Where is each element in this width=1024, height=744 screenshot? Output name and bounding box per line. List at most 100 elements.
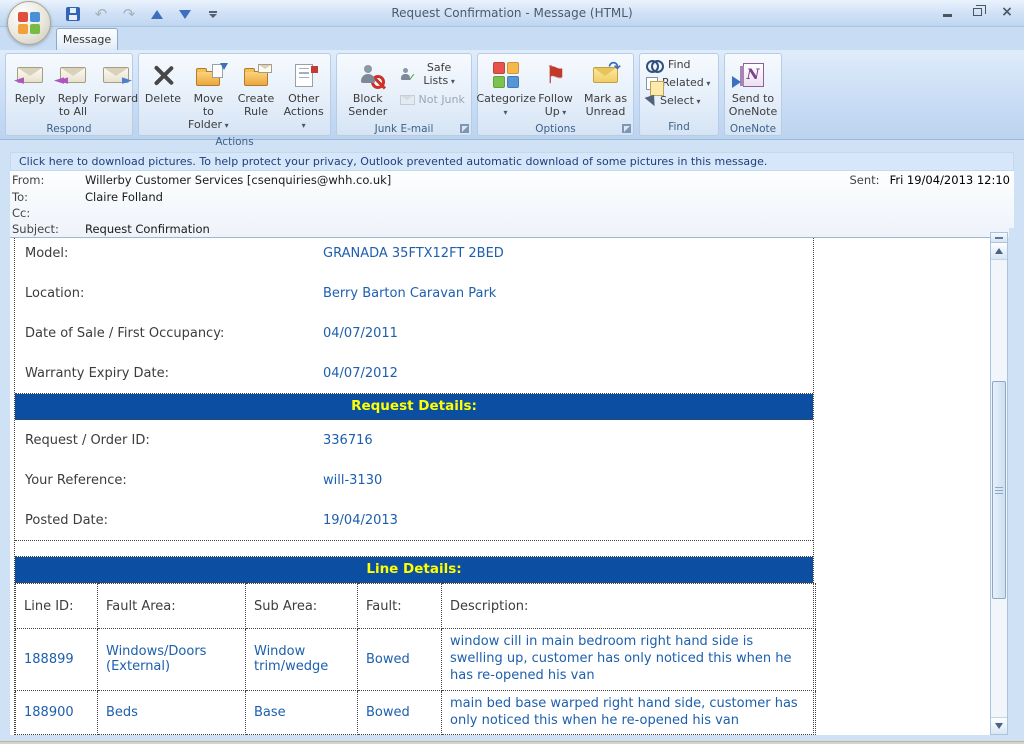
scrollbar-thumb[interactable]	[992, 381, 1006, 599]
reply-to-all-button[interactable]: ◄◄ Reply to All	[52, 57, 94, 122]
more-icon	[207, 11, 219, 18]
create-rule-icon	[244, 71, 268, 86]
follow-up-button[interactable]: ⚑ Follow Up	[531, 57, 580, 122]
other-actions-button[interactable]: Other Actions	[280, 57, 327, 135]
forward-envelope-icon: ►	[103, 67, 129, 83]
from-value: Willerby Customer Services [csenquiries@…	[85, 173, 391, 187]
related-pages-icon	[646, 77, 658, 90]
field-row: Date of Sale / First Occupancy: 04/07/20…	[15, 313, 813, 353]
safe-lists-icon: ✓	[400, 68, 410, 81]
reply-button[interactable]: ◄ Reply	[9, 57, 51, 109]
other-actions-icon	[295, 64, 313, 87]
field-row: Location: Berry Barton Caravan Park	[15, 273, 813, 313]
table-row: 188900 Beds Base Bowed main bed base war…	[16, 690, 816, 735]
split-handle[interactable]	[991, 233, 1007, 243]
create-rule-button[interactable]: Create Rule	[233, 57, 280, 122]
related-button[interactable]: Related	[643, 76, 713, 91]
group-options: Categorize ⚑ Follow Up ↷ Mark as Unread …	[477, 53, 634, 136]
restore-button[interactable]	[968, 5, 986, 19]
delete-button[interactable]: Delete	[142, 57, 184, 109]
junk-dialog-launcher-icon[interactable]	[460, 124, 469, 133]
quick-access-toolbar: ↶ ↷	[58, 3, 232, 25]
follow-up-flag-icon: ⚑	[545, 63, 567, 87]
to-value: Claire Folland	[85, 190, 163, 204]
down-arrow-icon	[179, 10, 191, 19]
up-arrow-icon	[151, 10, 163, 19]
field-row: Request / Order ID: 336716	[15, 420, 813, 460]
reply-all-envelope-icon: ◄◄	[60, 67, 86, 83]
send-to-onenote-button[interactable]: N Send to OneNote	[728, 57, 778, 122]
not-junk-button[interactable]: Not Junk	[397, 93, 468, 108]
office-button[interactable]	[7, 1, 51, 45]
office-logo-icon	[18, 12, 40, 34]
group-label-junk: Junk E-mail	[337, 122, 471, 136]
undo-button[interactable]: ↶	[92, 5, 110, 23]
table-row: 188899 Windows/Doors (External) Window t…	[16, 629, 816, 691]
minimize-button[interactable]	[938, 5, 956, 19]
vertical-scrollbar[interactable]	[990, 232, 1008, 735]
scroll-up-icon	[995, 248, 1003, 254]
message-window: Request Confirmation - Message (HTML) × …	[0, 0, 1024, 744]
field-row: Your Reference: will-3130	[15, 460, 813, 500]
select-button[interactable]: Select	[643, 94, 704, 109]
group-label-respond: Respond	[6, 122, 132, 136]
safe-lists-button[interactable]: ✓ Safe Lists	[397, 61, 468, 89]
field-row: Posted Date: 19/04/2013	[15, 500, 813, 540]
request-details-heading: Request Details:	[15, 394, 813, 420]
cc-label: Cc:	[12, 206, 30, 220]
to-label: To:	[12, 190, 28, 204]
mark-as-unread-icon: ↷	[593, 67, 618, 83]
subject-value: Request Confirmation	[85, 222, 210, 236]
customize-qat-button[interactable]	[204, 5, 222, 23]
move-to-folder-button[interactable]: Move to Folder	[185, 57, 232, 135]
from-label: From:	[12, 173, 44, 187]
subject-label: Subject:	[12, 222, 59, 236]
ribbon: ◄ Reply ◄◄ Reply to All ► Forward Respon…	[0, 50, 1024, 140]
options-dialog-launcher-icon[interactable]	[622, 124, 631, 133]
select-cursor-icon	[645, 95, 658, 109]
group-actions: Delete Move to Folder Create Rule Other …	[138, 53, 331, 136]
line-details-table: Line ID: Fault Area: Sub Area: Fault: De…	[15, 583, 816, 735]
request-details-section: Request / Order ID: 336716 Your Referenc…	[15, 420, 813, 541]
download-pictures-infobar[interactable]: Click here to download pictures. To help…	[10, 152, 1014, 171]
field-row: Model: GRANADA 35FTX12FT 2BED	[15, 237, 813, 273]
ribbon-tab-row: Message	[0, 27, 1024, 50]
group-respond: ◄ Reply ◄◄ Reply to All ► Forward Respon…	[5, 53, 133, 136]
save-button[interactable]	[64, 5, 82, 23]
mark-as-unread-button[interactable]: ↷ Mark as Unread	[581, 57, 630, 122]
scroll-up-button[interactable]	[991, 243, 1007, 260]
message-body[interactable]: Model: GRANADA 35FTX12FT 2BED Location: …	[10, 237, 1008, 735]
block-sender-button[interactable]: Block Sender	[340, 57, 396, 122]
save-icon	[66, 7, 80, 21]
find-button[interactable]: Find	[643, 58, 694, 73]
group-label-find: Find	[640, 120, 718, 135]
move-to-folder-icon	[196, 71, 220, 86]
group-label-onenote: OneNote	[725, 122, 781, 136]
categorize-button[interactable]: Categorize	[481, 57, 530, 122]
section-spacer	[15, 541, 813, 557]
not-junk-icon	[400, 95, 415, 105]
group-label-options: Options	[478, 122, 633, 136]
unit-info-section: Model: GRANADA 35FTX12FT 2BED Location: …	[15, 237, 813, 394]
forward-button[interactable]: ► Forward	[95, 57, 137, 109]
categorize-icon	[493, 62, 519, 88]
line-details-header-row: Line ID: Fault Area: Sub Area: Fault: De…	[16, 584, 816, 629]
previous-item-button[interactable]	[148, 5, 166, 23]
close-button[interactable]: ×	[998, 5, 1016, 19]
block-sender-icon	[360, 65, 376, 85]
group-find: Find Related Select Find	[639, 53, 719, 136]
email-content-table: Model: GRANADA 35FTX12FT 2BED Location: …	[14, 237, 814, 735]
redo-button[interactable]: ↷	[120, 5, 138, 23]
find-binoculars-icon	[646, 59, 664, 71]
tab-message[interactable]: Message	[56, 28, 118, 50]
group-onenote: N Send to OneNote OneNote	[724, 53, 782, 136]
line-details-heading: Line Details:	[15, 557, 813, 583]
delete-x-icon	[152, 64, 174, 86]
field-row: Warranty Expiry Date: 04/07/2012	[15, 353, 813, 393]
next-item-button[interactable]	[176, 5, 194, 23]
scroll-down-button[interactable]	[991, 717, 1007, 734]
group-label-actions: Actions	[139, 135, 330, 149]
group-junk: Block Sender ✓ Safe Lists Not Junk Junk …	[336, 53, 472, 136]
message-headers: From: Willerby Customer Services [csenqu…	[10, 171, 1014, 237]
onenote-icon: N	[743, 63, 764, 87]
